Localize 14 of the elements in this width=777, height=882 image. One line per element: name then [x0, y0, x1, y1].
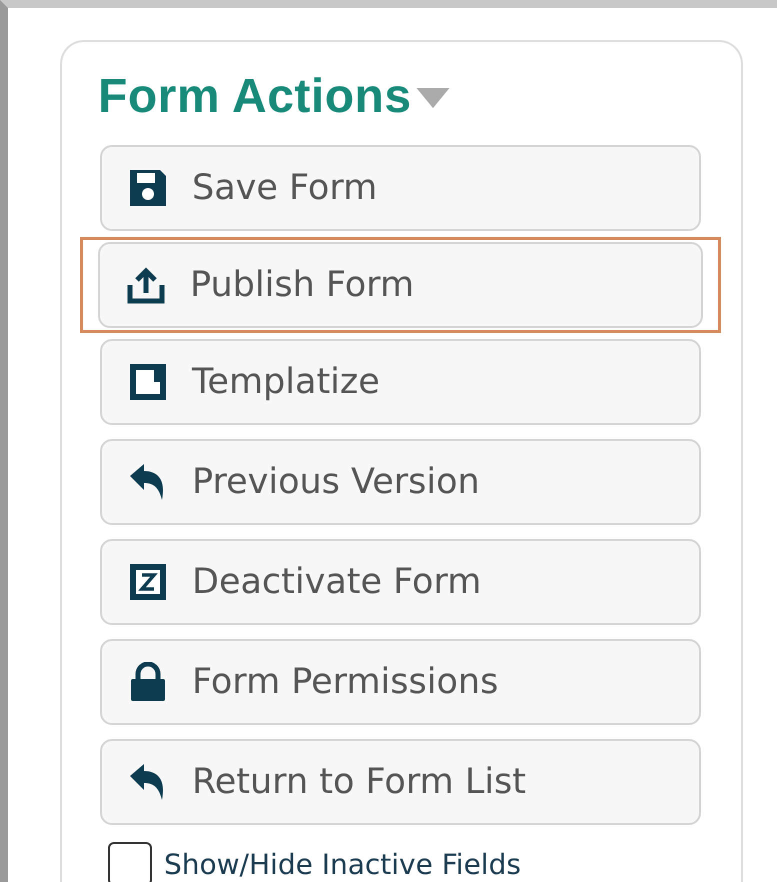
action-button[interactable]: Deactivate Form: [100, 539, 701, 625]
action-button[interactable]: Publish Form: [98, 242, 703, 328]
action-button[interactable]: Previous Version: [100, 439, 701, 525]
upload-icon: [126, 265, 166, 305]
z-box-icon: [128, 562, 168, 602]
action-button[interactable]: Templatize: [100, 339, 701, 425]
checkbox[interactable]: [108, 842, 152, 882]
action-button[interactable]: Return to Form List: [100, 739, 701, 825]
lock-icon: [128, 662, 168, 702]
checkbox-label: Show/Hide Inactive Fields: [164, 848, 521, 880]
panel-title: Form Actions: [98, 68, 412, 124]
action-button[interactable]: Form Permissions: [100, 639, 701, 725]
document-icon: [128, 362, 168, 402]
action-button[interactable]: Save Form: [100, 145, 701, 231]
